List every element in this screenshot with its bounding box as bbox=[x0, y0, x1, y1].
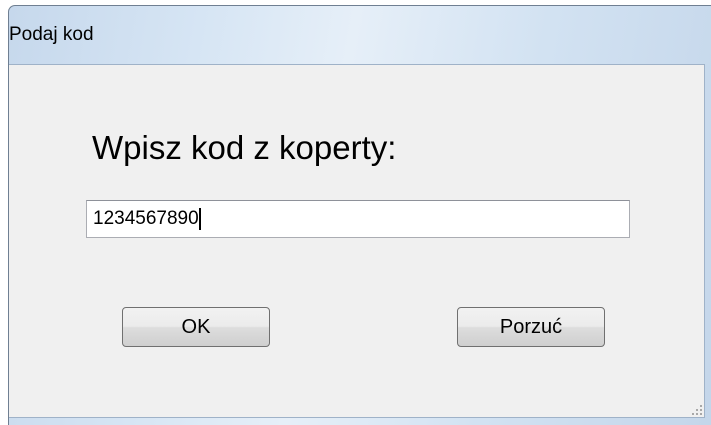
window-title: Podaj kod bbox=[9, 24, 94, 45]
text-caret bbox=[198, 208, 201, 230]
size-grip-icon[interactable] bbox=[690, 403, 702, 415]
code-input[interactable] bbox=[86, 200, 630, 238]
cancel-button[interactable]: Porzuć bbox=[457, 307, 605, 347]
dialog-client-area: Wpisz kod z koperty: OK Porzuć bbox=[9, 64, 705, 418]
title-bar[interactable]: Podaj kod bbox=[9, 6, 711, 64]
ok-button[interactable]: OK bbox=[122, 307, 270, 347]
prompt-label: Wpisz kod z koperty: bbox=[92, 129, 397, 166]
dialog-window: Podaj kod Wpisz kod z koperty: OK Porzuć bbox=[8, 5, 711, 425]
